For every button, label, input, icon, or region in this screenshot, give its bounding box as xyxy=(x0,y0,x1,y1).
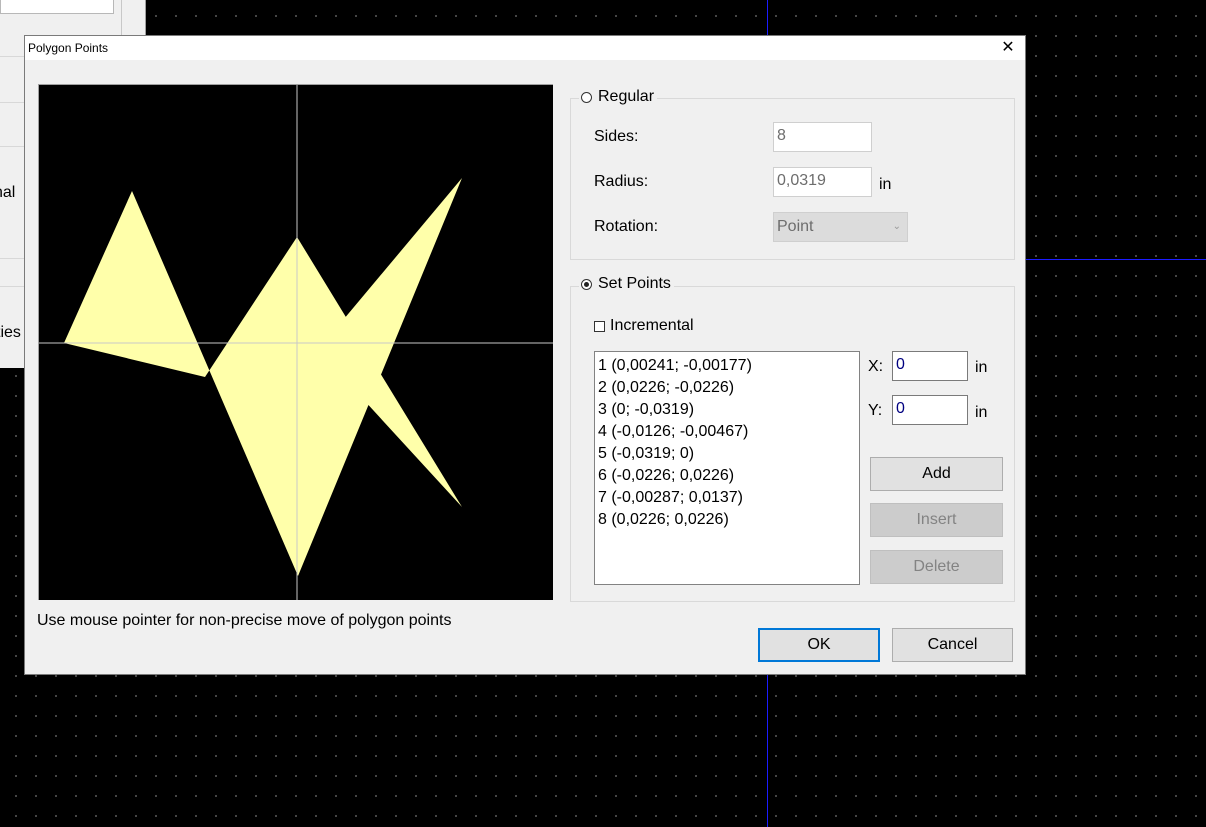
regular-radio-label: Regular xyxy=(598,88,655,105)
incremental-checkbox-box[interactable] xyxy=(594,320,605,332)
sides-label: Sides: xyxy=(594,128,639,145)
regular-radio[interactable]: Regular xyxy=(579,88,658,106)
delete-point-button[interactable]: Delete xyxy=(870,550,1003,584)
add-point-button[interactable]: Add xyxy=(870,457,1003,491)
set-points-radio-label: Set Points xyxy=(598,275,671,292)
y-coordinate-field[interactable]: 0 xyxy=(892,395,968,425)
set-points-radio-button[interactable] xyxy=(581,278,592,290)
dialog-title: Polygon Points xyxy=(28,41,109,55)
point-list-item[interactable]: 3 (0; -0,0319) xyxy=(598,399,859,421)
set-points-radio[interactable]: Set Points xyxy=(579,275,674,293)
polygon-preview-svg xyxy=(39,85,553,600)
point-list-item[interactable]: 6 (-0,0226; 0,0226) xyxy=(598,465,859,487)
incremental-checkbox[interactable]: Incremental xyxy=(594,317,694,335)
points-listbox[interactable]: 1 (0,00241; -0,00177) 2 (0,0226; -0,0226… xyxy=(594,351,860,585)
polygon-preview-canvas[interactable] xyxy=(38,84,553,600)
radius-field[interactable]: 0,0319 xyxy=(773,167,872,197)
polygon-points-dialog: Polygon Points ✕ Use mouse pointer for n… xyxy=(24,35,1026,675)
ok-button[interactable]: OK xyxy=(758,628,880,662)
x-unit: in xyxy=(975,359,988,376)
point-list-item[interactable]: 8 (0,0226; 0,0226) xyxy=(598,509,859,531)
rotation-select-value: Point xyxy=(777,218,814,235)
point-list-item[interactable]: 7 (-0,00287; 0,0137) xyxy=(598,487,859,509)
close-icon[interactable]: ✕ xyxy=(997,37,1019,59)
radius-unit: in xyxy=(879,176,892,193)
rotation-select[interactable]: Point ⌄ xyxy=(773,212,908,242)
insert-point-button[interactable]: Insert xyxy=(870,503,1003,537)
x-label: X: xyxy=(868,358,884,375)
y-label: Y: xyxy=(868,402,883,419)
point-list-item[interactable]: 4 (-0,0126; -0,00467) xyxy=(598,421,859,443)
polygon-shape[interactable] xyxy=(64,178,462,576)
point-list-item[interactable]: 5 (-0,0319; 0) xyxy=(598,443,859,465)
point-list-item[interactable]: 2 (0,0226; -0,0226) xyxy=(598,377,859,399)
canvas-guide-horizontal xyxy=(1026,259,1206,260)
y-unit: in xyxy=(975,404,988,421)
hint-text: Use mouse pointer for non-precise move o… xyxy=(37,612,452,629)
panel-text: nal xyxy=(0,184,16,201)
rotation-label: Rotation: xyxy=(594,218,659,235)
dialog-titlebar[interactable]: Polygon Points ✕ xyxy=(25,36,1025,60)
chevron-down-icon: ⌄ xyxy=(892,221,901,232)
sides-field[interactable]: 8 xyxy=(773,122,872,152)
radius-label: Radius: xyxy=(594,173,649,190)
panel-field xyxy=(0,0,114,14)
cancel-button[interactable]: Cancel xyxy=(892,628,1013,662)
incremental-label: Incremental xyxy=(610,317,694,334)
point-list-item[interactable]: 1 (0,00241; -0,00177) xyxy=(598,355,859,377)
regular-radio-button[interactable] xyxy=(581,91,592,103)
panel-text: ties xyxy=(0,324,21,341)
x-coordinate-field[interactable]: 0 xyxy=(892,351,968,381)
